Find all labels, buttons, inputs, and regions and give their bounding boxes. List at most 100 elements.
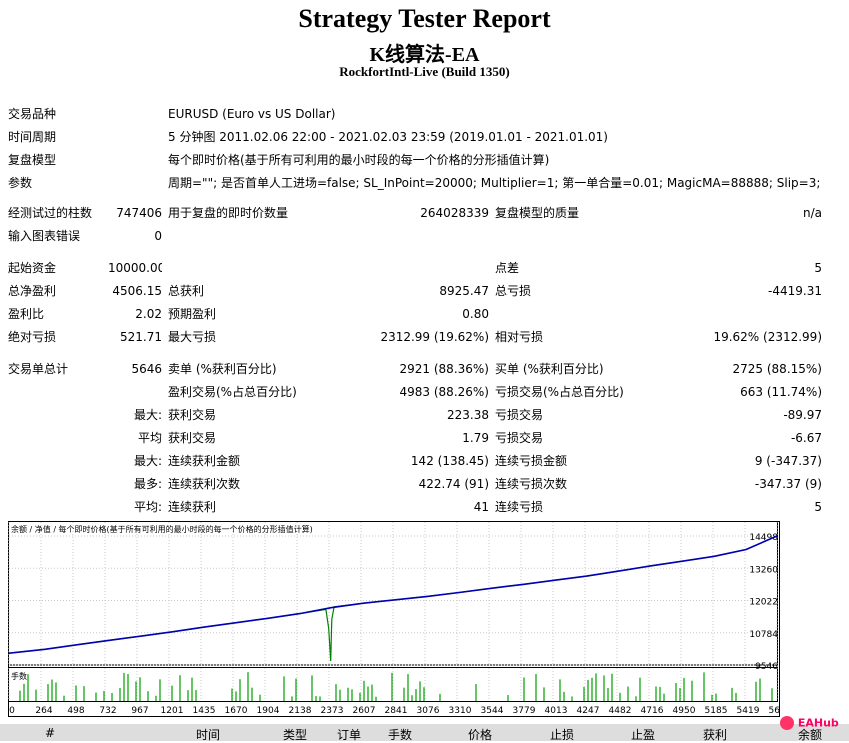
x-tick-label: 2607 (353, 706, 376, 716)
stat-label-3: 亏损交易 (495, 408, 544, 422)
info-label: 时间周期 (8, 130, 57, 144)
col-header[interactable]: 类型 (283, 726, 307, 743)
stat-value-2: 223.38 (447, 407, 489, 422)
x-tick-label: 2138 (289, 706, 312, 716)
info-label: 复盘模型 (8, 153, 57, 167)
trades-row: 最大: 获利交易 223.38 亏损交易 -89.97 (0, 403, 822, 426)
col-header[interactable]: 止损 (550, 726, 574, 743)
stat-label-2: 获利交易 (168, 408, 217, 422)
col-header[interactable]: 时间 (196, 726, 220, 743)
stat-value-3: 5 (814, 260, 822, 275)
x-tick-label: 1904 (257, 706, 280, 716)
stat-label-1: 起始资金 (8, 261, 57, 275)
stat-value-3: -4419.31 (768, 283, 822, 298)
stat-value-2: 2921 (88.36%) (399, 361, 489, 376)
stat-label-3: 亏损交易(%占总百分比) (495, 385, 624, 399)
bars-label: 经测试过的柱数 (8, 206, 93, 220)
trade-table-header: # 时间 类型 订单 手数 价格 止损 止盈 获利 余额 (0, 724, 849, 743)
x-tick-label: 5185 (705, 706, 728, 716)
stat-value-2: 8925.47 (439, 283, 489, 298)
stat-label-3: 亏损交易 (495, 431, 544, 445)
stat-label-1 (8, 449, 108, 472)
col-header[interactable]: 订单 (337, 726, 361, 743)
stat-label-3: 买单 (%获利百分比) (495, 362, 604, 376)
x-tick-label: 4013 (545, 706, 568, 716)
stat-label-3: 总亏损 (495, 284, 532, 298)
stat-label-3: 连续亏损次数 (495, 477, 568, 491)
stat-label-3: 点差 (495, 261, 520, 275)
stat-value-3: -89.97 (783, 407, 822, 422)
trades-row: 平均 获利交易 1.79 亏损交易 -6.67 (0, 426, 822, 449)
errors-label: 输入图表错误 (8, 229, 81, 243)
stat-value-2: 41 (473, 499, 489, 514)
stat-value-1: 4506.15 (112, 283, 162, 298)
stat-value-2 (298, 256, 489, 279)
stats-row: 绝对亏损 521.71 最大亏损 2312.99 (19.62%) 相对亏损 19.62%… (0, 325, 822, 348)
stat-value-2: 1.79 (462, 430, 489, 445)
col-header[interactable]: 止盈 (631, 726, 655, 743)
lots-label: 手数 (11, 671, 27, 681)
trades-row: 最多: 连续获利次数 422.74 (91) 连续亏损次数 -347.37 (9) (0, 472, 822, 495)
stat-value-2: 2312.99 (19.62%) (380, 329, 489, 344)
x-tick-label: 4482 (609, 706, 632, 716)
stat-label-1 (8, 472, 108, 495)
x-tick-label: 264 (35, 706, 52, 716)
stat-value-3: 663 (11.74%) (740, 384, 822, 399)
info-value: 5 分钟图 2011.02.06 22:00 - 2021.02.03 23:5… (168, 130, 608, 144)
balance-chart: 1449813260120221078495460 264 498 732 967 120… (8, 521, 780, 717)
stat-label-2 (168, 256, 298, 279)
stat-value-1 (108, 380, 162, 403)
x-tick-label: 0 (9, 706, 15, 716)
info-label: 交易品种 (8, 107, 57, 121)
y-tick-label: 10784 (749, 630, 778, 640)
stat-value-1: 最大: (133, 408, 162, 422)
stat-label-1 (8, 495, 108, 518)
eahub-logo: EAHub (780, 716, 840, 734)
info-table: 交易品种 EURUSD (Euro vs US Dollar) 时间周期 5 分钟图 … (0, 102, 849, 194)
logo-icon (780, 716, 794, 730)
errors-row: 输入图表错误 0 (0, 224, 822, 247)
info-value: 周期=""; 是否首单人工进场=false; SL_InPoint=20000;… (168, 176, 821, 190)
stat-label-2: 最大亏损 (168, 330, 217, 344)
stats-table: 经测试过的柱数 747406 用于复盘的即时价数量 264028339 复盘模型… (0, 201, 822, 518)
col-header[interactable]: 价格 (468, 726, 492, 743)
stat-label-1: 交易单总计 (8, 362, 69, 376)
x-tick-label: 4247 (577, 706, 600, 716)
stat-label-2: 获利交易 (168, 431, 217, 445)
stat-value-2: 422.74 (91) (418, 476, 489, 491)
stat-value-1: 最多: (133, 477, 162, 491)
stat-label-1 (8, 380, 108, 403)
col-header[interactable]: 手数 (388, 726, 412, 743)
y-tick-label: 13260 (749, 565, 778, 575)
x-tick-label: 3310 (449, 706, 472, 716)
stat-value-2: 142 (138.45) (410, 453, 489, 468)
info-row: 复盘模型 每个即时价格(基于所有可利用的最小时段的每一个价格的分形插值计算) (0, 148, 849, 171)
stat-label-1 (8, 426, 108, 449)
stat-value-1: 521.71 (120, 329, 162, 344)
stat-label-1: 绝对亏损 (8, 330, 57, 344)
x-tick-label: 5653 (769, 706, 780, 716)
y-tick-label: 9546 (755, 662, 778, 672)
col-header[interactable]: 获利 (703, 726, 727, 743)
stat-label-2: 盈利交易(%占总百分比) (168, 385, 297, 399)
info-label: 参数 (8, 176, 33, 190)
stat-value-3: 2725 (88.15%) (732, 361, 822, 376)
stat-value-3: 5 (814, 499, 822, 514)
info-value: EURUSD (Euro vs US Dollar) (168, 106, 336, 121)
col-header[interactable]: # (45, 726, 55, 740)
stat-value-2: 0.80 (462, 306, 489, 321)
stat-label-2: 连续获利金额 (168, 454, 241, 468)
ea-name: K线算法-EA (369, 44, 480, 66)
x-tick-label: 2373 (321, 706, 344, 716)
x-tick-label: 3076 (417, 706, 440, 716)
x-tick-label: 3544 (481, 706, 504, 716)
stat-value-3: -347.37 (9) (754, 476, 822, 491)
info-row: 交易品种 EURUSD (Euro vs US Dollar) (0, 102, 849, 125)
stat-label-1 (8, 403, 108, 426)
info-row: 时间周期 5 分钟图 2011.02.06 22:00 - 2021.02.03 … (0, 125, 849, 148)
bars-value: 747406 (116, 205, 162, 220)
stat-label-3: 连续亏损金额 (495, 454, 568, 468)
logo-text: EAHub (797, 716, 839, 730)
ticks-value: 264028339 (420, 205, 489, 220)
x-tick-label: 4950 (673, 706, 696, 716)
